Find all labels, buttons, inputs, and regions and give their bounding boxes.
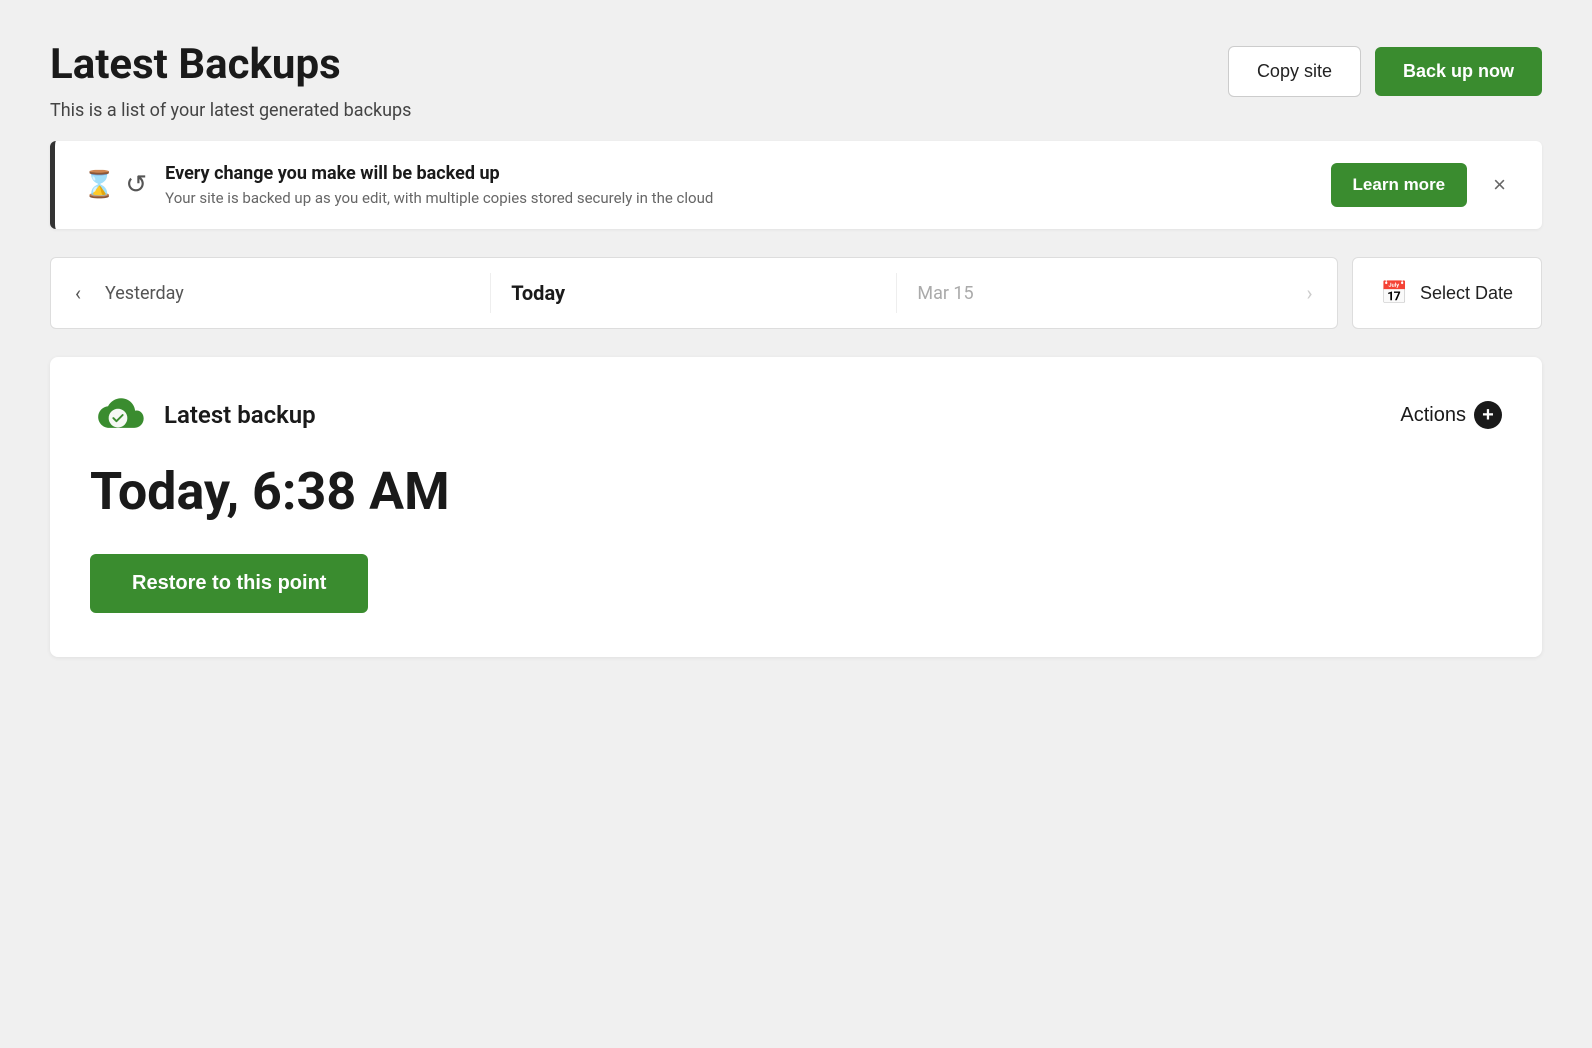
select-date-label: Select Date — [1420, 283, 1513, 304]
header-title-area: Latest Backups This is a list of your la… — [50, 40, 411, 121]
header-actions: Copy site Back up now — [1228, 40, 1542, 97]
actions-plus-icon: + — [1474, 401, 1502, 429]
backup-badge-label: Latest backup — [164, 401, 316, 429]
backup-card-title-area: Latest backup — [90, 393, 316, 437]
prev-arrow-icon[interactable]: ‹ — [71, 277, 85, 309]
calendar-icon: 📅 — [1381, 280, 1408, 306]
date-nav-bar: ‹ Yesterday Today Mar 15 › — [50, 257, 1338, 329]
page-header: Latest Backups This is a list of your la… — [50, 40, 1542, 121]
copy-site-button[interactable]: Copy site — [1228, 46, 1361, 97]
history-icon-1: ⌛ — [83, 170, 115, 200]
yesterday-label: Yesterday — [105, 283, 184, 304]
next-arrow-icon[interactable]: › — [1303, 277, 1317, 309]
today-nav-item[interactable]: Today — [491, 281, 896, 305]
mar15-label: Mar 15 — [917, 283, 973, 304]
history-icon-2: ↺ — [125, 170, 147, 200]
page-title: Latest Backups — [50, 40, 411, 90]
today-label: Today — [511, 281, 565, 305]
backup-card: Latest backup Actions + Today, 6:38 AM R… — [50, 357, 1542, 657]
info-banner: ⌛ ↺ Every change you make will be backed… — [50, 141, 1542, 229]
select-date-button[interactable]: 📅 Select Date — [1352, 257, 1542, 329]
actions-label: Actions — [1400, 404, 1466, 427]
page-subtitle: This is a list of your latest generated … — [50, 100, 411, 121]
actions-button[interactable]: Actions + — [1400, 401, 1502, 429]
date-navigation-row: ‹ Yesterday Today Mar 15 › 📅 Select Date — [50, 257, 1542, 329]
banner-headline: Every change you make will be backed up — [165, 163, 1312, 184]
banner-subtext: Your site is backed up as you edit, with… — [165, 189, 713, 207]
backup-time: Today, 6:38 AM — [90, 461, 1502, 522]
restore-button[interactable]: Restore to this point — [90, 554, 368, 613]
yesterday-nav-item[interactable]: Yesterday — [85, 283, 490, 304]
backup-now-button[interactable]: Back up now — [1375, 47, 1542, 96]
banner-close-button[interactable]: × — [1485, 168, 1514, 202]
cloud-check-icon — [90, 393, 146, 437]
banner-text: Every change you make will be backed up … — [165, 163, 1312, 207]
learn-more-button[interactable]: Learn more — [1331, 163, 1468, 207]
banner-icons: ⌛ ↺ — [83, 170, 147, 200]
mar15-nav-item[interactable]: Mar 15 — [897, 283, 1302, 304]
backup-card-header: Latest backup Actions + — [90, 393, 1502, 437]
